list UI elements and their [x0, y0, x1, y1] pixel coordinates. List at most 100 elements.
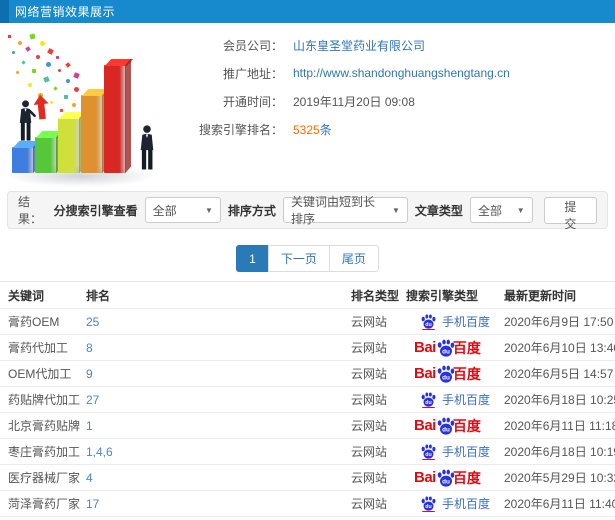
updated-cell: 2020年6月11日 11:40	[504, 497, 615, 511]
paw-underline	[422, 407, 435, 408]
confetti-dot	[66, 79, 70, 83]
chevron-down-icon: ▼	[392, 205, 400, 215]
svg-text:du: du	[442, 478, 450, 485]
ranking-table: 关键词 排名 排名类型 搜索引擎类型 最新更新时间 膏药OEM 25 云网站 du 手机…	[0, 281, 615, 517]
open-time-value: 2019年11月20日 09:08	[293, 94, 415, 109]
promo-url-link[interactable]: http://www.shandonghuangshengtang.cn	[293, 66, 510, 80]
confetti-dot	[58, 69, 61, 72]
page-next[interactable]: 下一页	[267, 245, 330, 272]
confetti-dot	[53, 86, 58, 91]
engine-cell: du 手机百度	[406, 443, 504, 460]
table-row: 枣庄膏药加工 1,4,6 云网站 du 手机百度 2020年6月18日 10:19	[0, 439, 615, 465]
engine-cell: Bai du 百度	[406, 364, 504, 384]
page-current[interactable]: 1	[236, 245, 269, 272]
keyword-cell: 膏药OEM	[8, 315, 60, 329]
confetti-dot	[31, 68, 37, 74]
chevron-down-icon: ▼	[205, 205, 213, 215]
col-keyword: 关键词	[8, 288, 45, 303]
confetti-dot	[63, 94, 69, 100]
promo-url-label: 推广地址：	[222, 66, 283, 81]
svg-text:du: du	[425, 322, 431, 328]
baidu-paw-icon: du	[436, 469, 456, 487]
filter-controls: 分搜索引擎查看 全部 ▼ 排序方式 关键词由短到长排序 ▼ 文章类型 全部 ▼ …	[54, 195, 598, 231]
mobile-baidu-logo: du 手机百度	[420, 313, 490, 330]
rank-link[interactable]: 1,4,6	[86, 445, 351, 459]
table-row: 药贴牌代加工 27 云网站 du 手机百度 2020年6月18日 10:25	[0, 387, 615, 413]
rank-type-cell: 云网站	[351, 367, 388, 381]
rank-link[interactable]: 25	[86, 315, 351, 329]
rank-type-cell: 云网站	[351, 419, 388, 433]
info-row-url: 推广地址： http://www.shandonghuangshengtang.…	[178, 64, 510, 82]
engine-select[interactable]: 全部 ▼	[144, 197, 221, 223]
confetti-dot	[8, 35, 11, 38]
sort-select-value: 关键词由短到长排序	[290, 195, 375, 226]
svg-text:du: du	[425, 504, 431, 510]
rank-link[interactable]: 9	[86, 367, 351, 381]
illustration-bar	[104, 58, 134, 174]
mobile-baidu-logo: du 手机百度	[420, 391, 490, 408]
company-label: 会员公司：	[222, 38, 283, 53]
baidu-paw-icon: du	[436, 365, 456, 383]
article-type-select[interactable]: 全部 ▼	[469, 197, 533, 223]
keyword-cell: 北京膏药贴牌	[8, 419, 81, 433]
illustration-bar	[58, 111, 88, 174]
submit-button[interactable]: 提交	[543, 196, 598, 231]
svg-text:du: du	[442, 426, 450, 433]
rank-link[interactable]: 4	[86, 471, 351, 485]
baidu-paw-icon: du	[420, 314, 437, 330]
paw-underline	[422, 459, 435, 460]
businessman-left-icon	[16, 100, 37, 145]
app-header: 网络营销效果展示	[0, 0, 615, 23]
confetti-dot	[36, 55, 40, 59]
table-row: 北京膏药贴牌 1 云网站 Bai du 百度 2020年6月11日 11:18	[0, 413, 615, 439]
baidu-paw-icon: du	[436, 417, 456, 435]
updated-cell: 2020年6月18日 10:25	[504, 393, 615, 407]
illustration-bar	[35, 130, 65, 174]
page-title: 网络营销效果展示	[15, 5, 116, 19]
svg-text:du: du	[425, 452, 431, 458]
page-last[interactable]: 尾页	[328, 245, 379, 272]
keyword-cell: 医疗器械厂家	[8, 471, 81, 485]
rank-link[interactable]: 17	[86, 497, 351, 511]
rank-link[interactable]: 8	[86, 341, 351, 355]
col-rank: 排名	[86, 288, 111, 303]
info-row-opened: 开通时间： 2019年11月20日 09:08	[178, 92, 510, 110]
company-name-link[interactable]: 山东皇圣堂药业有限公司	[293, 37, 425, 54]
rank-link[interactable]: 1	[86, 419, 351, 433]
baidu-paw-icon: du	[420, 444, 437, 460]
rank-count-value[interactable]: 5325条	[293, 121, 332, 138]
illustration-bar	[81, 88, 111, 174]
baidu-paw-icon: du	[420, 392, 437, 408]
table-row: OEM代加工 9 云网站 Bai du 百度 2020年6月5日 14:57	[0, 361, 615, 387]
paw-underline	[422, 511, 435, 512]
svg-text:du: du	[442, 348, 450, 355]
updated-cell: 2020年5月29日 10:32	[504, 471, 615, 485]
sort-select[interactable]: 关键词由短到长排序 ▼	[282, 195, 408, 226]
table-row: 膏药代加工 8 云网站 Bai du 百度 2020年6月10日 13:40	[0, 335, 615, 361]
article-type-select-value: 全部	[477, 203, 502, 218]
header-accent-strip	[0, 0, 9, 23]
updated-cell: 2020年6月18日 10:19	[504, 445, 615, 459]
updated-cell: 2020年6月10日 13:40	[504, 341, 615, 355]
engine-cell: Bai du 百度	[406, 468, 504, 488]
svg-text:du: du	[442, 374, 450, 381]
col-engine-type: 搜索引擎类型	[406, 288, 479, 303]
baidu-pc-logo: Bai du 百度	[414, 469, 481, 487]
filter-bar: 结果： 分搜索引擎查看 全部 ▼ 排序方式 关键词由短到长排序 ▼ 文章类型 全…	[7, 191, 608, 231]
rank-link[interactable]: 27	[86, 393, 351, 407]
bar-chart-illustration	[0, 29, 178, 189]
keyword-cell: 药贴牌代加工	[8, 393, 81, 407]
confetti-dot	[43, 76, 50, 83]
engine-cell: Bai du 百度	[406, 416, 504, 436]
table-header-row: 关键词 排名 排名类型 搜索引擎类型 最新更新时间	[0, 282, 615, 309]
marketing-report-page: 网络营销效果展示 会员公司： 山东皇圣堂药业有限公司 推广地址： http://…	[0, 0, 615, 520]
table-row: 膏药OEM 25 云网站 du 手机百度 2020年6月9日 17:50	[0, 309, 615, 335]
rank-type-cell: 云网站	[351, 341, 388, 355]
paw-underline	[422, 329, 435, 330]
col-rank-type: 排名类型	[351, 288, 400, 303]
baidu-pc-logo: Bai du 百度	[414, 417, 481, 435]
confetti-dot	[46, 62, 51, 67]
open-time-label: 开通时间：	[222, 94, 283, 109]
svg-text:du: du	[425, 400, 431, 406]
table-row: 医疗器械厂家 4 云网站 Bai du 百度 2020年5月29日 10:32	[0, 465, 615, 491]
